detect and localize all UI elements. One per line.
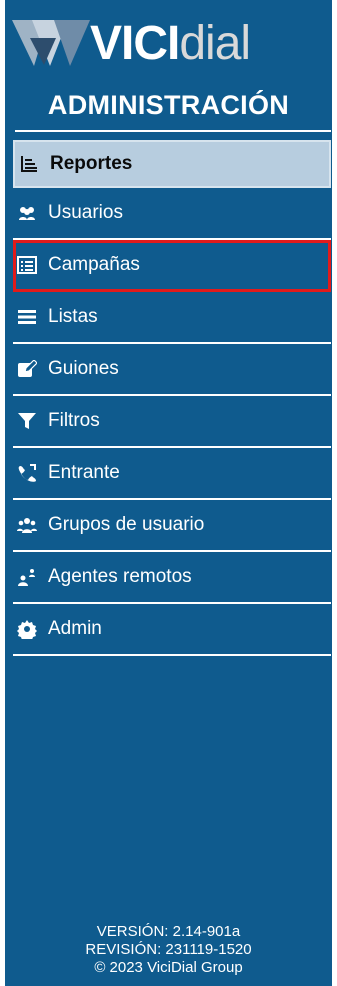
list-icon: [16, 306, 38, 328]
sidebar-item-label: Admin: [48, 618, 102, 639]
sidebar-item-label: Listas: [48, 306, 98, 327]
sidebar-item-label: Agentes remotos: [48, 566, 192, 587]
sidebar-item-campanas[interactable]: Campañas: [13, 240, 331, 292]
sidebar-item-listas[interactable]: Listas: [13, 292, 331, 344]
sidebar-item-reportes[interactable]: Reportes: [13, 140, 331, 188]
sidebar-item-label: Grupos de usuario: [48, 514, 205, 535]
sidebar-item-label: Reportes: [50, 153, 133, 174]
logo-text: VICIdial: [90, 17, 251, 70]
edit-icon: [16, 358, 38, 380]
title-divider: [15, 130, 331, 132]
bar-chart-icon: [18, 153, 40, 175]
sidebar-item-filtros[interactable]: Filtros: [13, 396, 331, 448]
page-title: ADMINISTRACIÓN: [47, 90, 290, 120]
logo-dial: dial: [179, 17, 251, 70]
logo-mark-icon: [12, 20, 90, 66]
sidebar: VICIdial ADMINISTRACIÓN Reportes Usuario…: [0, 0, 337, 986]
copyright-text: © 2023 ViciDial Group: [94, 959, 243, 976]
sidebar-item-grupos-de-usuario[interactable]: Grupos de usuario: [13, 500, 331, 552]
filter-icon: [16, 410, 38, 432]
users-icon: [16, 202, 38, 224]
remote-agents-icon: [16, 566, 38, 588]
sidebar-item-label: Entrante: [48, 462, 120, 483]
sidebar-item-label: Campañas: [48, 254, 140, 275]
phone-inbound-icon: [16, 462, 38, 484]
sidebar-item-admin[interactable]: Admin: [13, 604, 331, 656]
sidebar-item-label: Filtros: [48, 410, 100, 431]
vicidial-logo[interactable]: VICIdial: [5, 0, 332, 88]
sidebar-item-label: Usuarios: [48, 202, 123, 223]
logo-vici: VICI: [90, 17, 180, 70]
sidebar-item-entrante[interactable]: Entrante: [13, 448, 331, 500]
sidebar-item-label: Guiones: [48, 358, 119, 379]
gear-icon: [16, 618, 38, 640]
sidebar-menu: Reportes Usuarios Campañas Listas Guione…: [13, 140, 331, 656]
user-group-icon: [16, 514, 38, 536]
version-footer: VERSIÓN: 2.14-901a REVISIÓN: 231119-1520…: [5, 923, 332, 977]
sidebar-item-agentes-remotos[interactable]: Agentes remotos: [13, 552, 331, 604]
sidebar-item-guiones[interactable]: Guiones: [13, 344, 331, 396]
list-box-icon: [16, 254, 38, 276]
revision-text: REVISIÓN: 231119-1520: [85, 941, 252, 958]
version-text: VERSIÓN: 2.14-901a: [96, 923, 241, 940]
sidebar-item-usuarios[interactable]: Usuarios: [13, 188, 331, 240]
